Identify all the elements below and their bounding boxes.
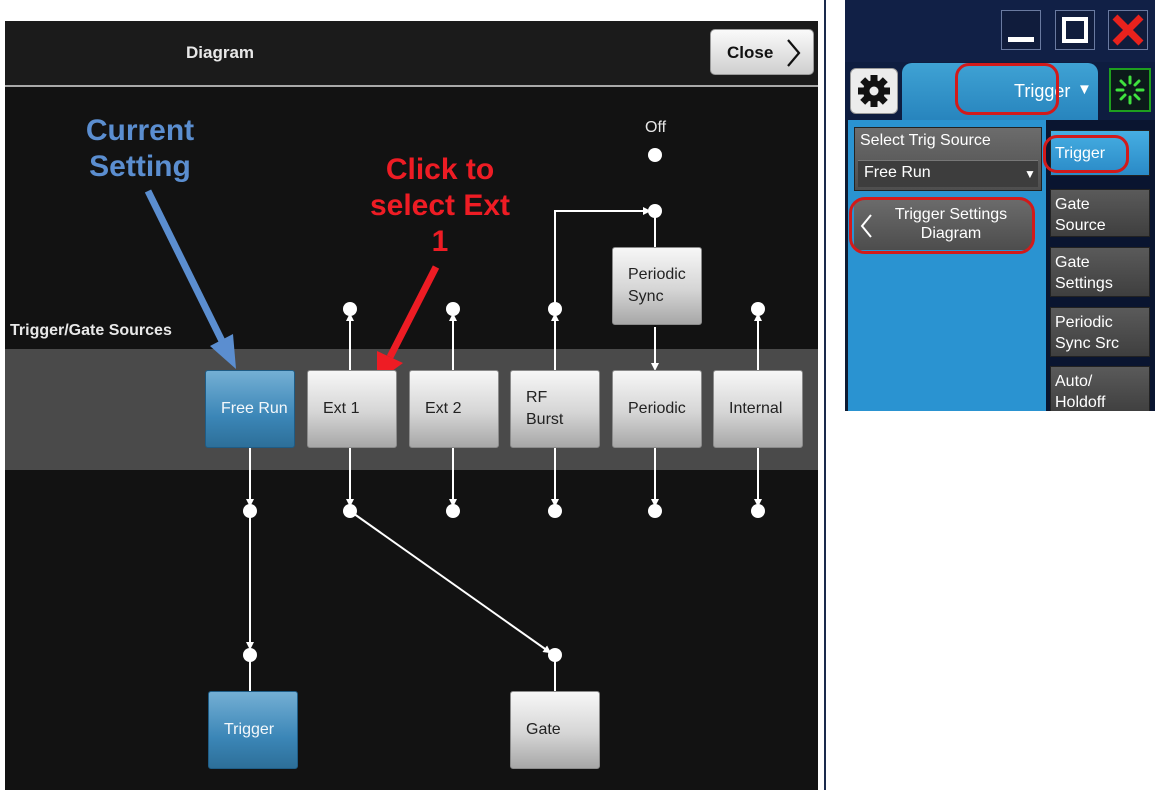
ext2-bottom-node (446, 504, 460, 518)
periodic-sync-box[interactable]: Periodic Sync (612, 247, 702, 325)
trigger-diagram-panel: Diagram Close Trigger/Gate Sources Off F… (5, 21, 818, 790)
to-gate-wire (349, 510, 552, 654)
ext1-bottom-node (343, 504, 357, 518)
softkey-gate-source[interactable]: Gate Source (1050, 189, 1150, 237)
softkey-periodic-sync-src-label: Periodic Sync Src (1055, 314, 1120, 352)
periodic-sync-label: Periodic Sync (628, 266, 686, 305)
periodic-node (648, 204, 662, 218)
softkey-trigger-label: Trigger (1055, 145, 1106, 162)
gate-input-node (548, 648, 562, 662)
rfburst-top-node (548, 302, 562, 316)
trigger-input-node (243, 648, 257, 662)
current-setting-arrow (144, 189, 227, 345)
close-x-icon (1112, 14, 1144, 46)
trigger-box[interactable]: Trigger (208, 691, 298, 769)
tab-trigger[interactable]: Trigger ▼ (902, 63, 1098, 121)
chevron-left-icon (860, 214, 872, 238)
minimize-button[interactable] (1001, 10, 1041, 50)
source-ext2-label: Ext 2 (425, 400, 462, 417)
gate-box[interactable]: Gate (510, 691, 600, 769)
window-separator (824, 0, 826, 790)
internal-top-node (751, 302, 765, 316)
source-ext1[interactable]: Ext 1 (307, 370, 397, 448)
softkey-auto-holdoff-label: Auto/ Holdoff (1055, 373, 1106, 411)
source-ext1-label: Ext 1 (323, 400, 360, 417)
softkey-gate-settings[interactable]: Gate Settings (1050, 247, 1150, 297)
ext2-top-node (446, 302, 460, 316)
trigger-menu-window: Trigger ▼ Select Trig Source Free Run ▼ (845, 0, 1155, 411)
select-trig-source-label: Select Trig Source (860, 132, 991, 149)
softkey-auto-holdoff[interactable]: Auto/ Holdoff (1050, 366, 1150, 411)
source-periodic[interactable]: Periodic (612, 370, 702, 448)
softkey-gate-settings-label: Gate Settings (1055, 254, 1113, 292)
source-internal-label: Internal (729, 400, 783, 417)
tab-trigger-label: Trigger (1014, 81, 1071, 101)
off-node (648, 148, 662, 162)
internal-bottom-node (751, 504, 765, 518)
click-ext1-arrow (386, 265, 440, 359)
freerun-bottom-node (243, 504, 257, 518)
spinner-icon (1115, 75, 1145, 105)
select-trig-source-value-box: Free Run (858, 160, 1038, 187)
ext1-top-node (343, 302, 357, 316)
source-free-run-label: Free Run (221, 400, 288, 417)
source-internal[interactable]: Internal (713, 370, 803, 448)
softkey-trigger[interactable]: Trigger (1050, 130, 1150, 176)
gate-box-label: Gate (526, 721, 561, 738)
source-free-run[interactable]: Free Run (205, 370, 295, 448)
source-ext2[interactable]: Ext 2 (409, 370, 499, 448)
select-trig-source-value: Free Run (864, 164, 931, 181)
trigger-settings-diagram-label: Trigger Settings Diagram (894, 206, 1008, 242)
close-window-button[interactable] (1108, 10, 1148, 50)
trigger-box-label: Trigger (224, 721, 275, 738)
gear-icon (858, 75, 890, 107)
softkey-gate-source-label: Gate Source (1055, 196, 1106, 234)
rfburst-bottom-node (548, 504, 562, 518)
trigger-settings-diagram-button[interactable]: Trigger Settings Diagram (854, 200, 1032, 250)
maximize-button[interactable] (1055, 10, 1095, 50)
click-ext1-annotation: Click to select Ext 1 (369, 153, 511, 258)
current-setting-arrowhead (210, 334, 236, 369)
periodic-bottom-node (648, 504, 662, 518)
minimize-icon (1008, 37, 1034, 42)
softkey-periodic-sync-src[interactable]: Periodic Sync Src (1050, 307, 1150, 357)
select-trig-source[interactable]: Select Trig Source Free Run ▼ (854, 127, 1042, 191)
source-rf-burst-label: RF Burst (526, 389, 564, 428)
source-periodic-label: Periodic (628, 400, 686, 417)
dropdown-arrow-icon: ▼ (1077, 81, 1092, 98)
select-dropdown-icon: ▼ (1024, 167, 1036, 181)
current-setting-annotation: Current Setting (85, 114, 195, 183)
maximize-icon (1062, 17, 1088, 43)
settings-button[interactable] (850, 68, 898, 114)
source-rf-burst[interactable]: RF Burst (510, 370, 600, 448)
busy-indicator (1109, 68, 1151, 112)
